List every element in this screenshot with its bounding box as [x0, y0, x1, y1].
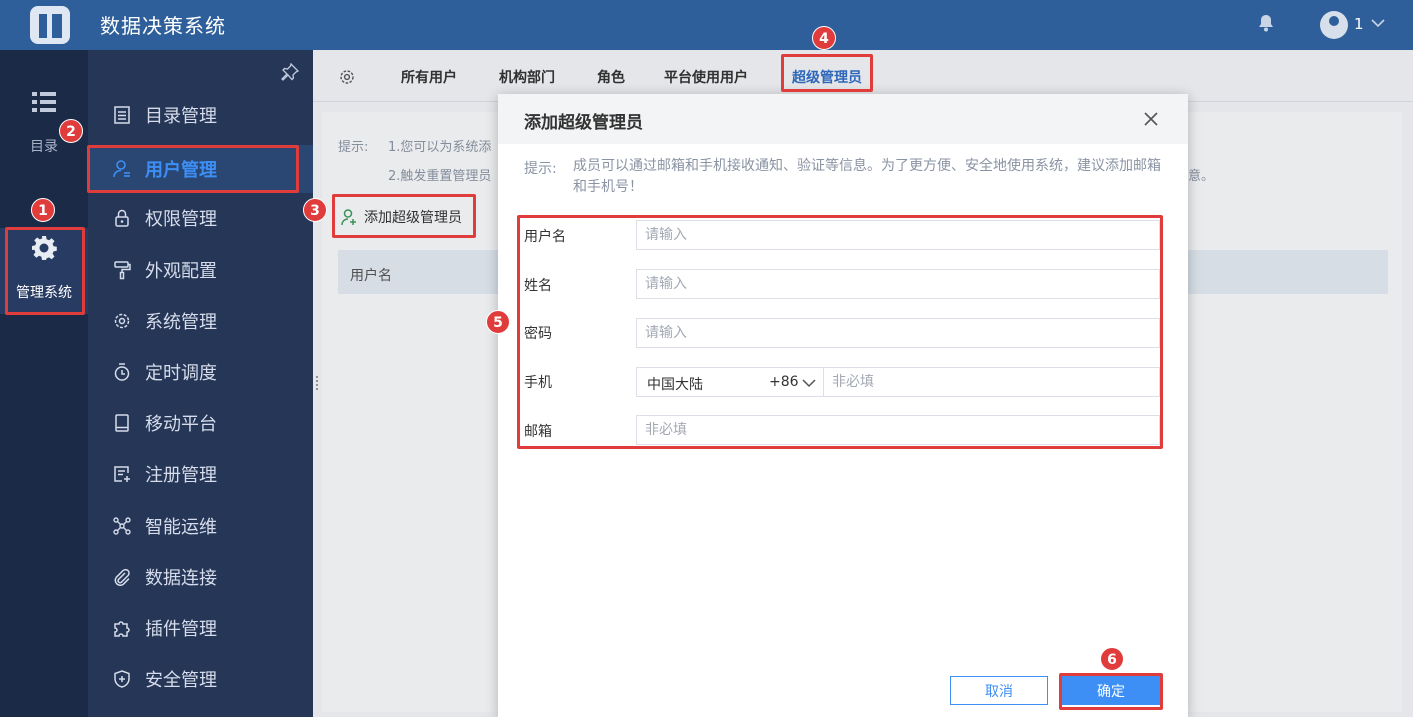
app-logo — [30, 6, 70, 44]
tablet-icon — [115, 414, 129, 432]
gear-icon — [114, 313, 130, 329]
sidebar-item-label: 用户管理 — [145, 160, 217, 181]
paperclip-icon — [114, 568, 130, 587]
chevron-down-icon[interactable] — [1370, 15, 1386, 31]
phone-region-value: 中国大陆 — [647, 377, 703, 393]
sidebar-item-label: 数据连接 — [145, 568, 217, 589]
step-badge: 3 — [303, 198, 327, 222]
sidebar-item-registration[interactable]: 注册管理 — [88, 450, 313, 498]
step-badge: 1 — [31, 198, 55, 222]
cancel-button[interactable]: 取消 — [950, 676, 1048, 705]
user-name[interactable]: 1 — [1354, 15, 1364, 33]
sidebar-item-security[interactable]: 安全管理 — [88, 655, 313, 703]
sidebar-item-label: 注册管理 — [145, 465, 217, 486]
sidebar-item-label: 智能运维 — [145, 517, 217, 538]
confirm-button[interactable]: 确定 — [1062, 676, 1160, 705]
username-label: 用户名 — [524, 229, 566, 245]
app-title: 数据决策系统 — [100, 14, 226, 38]
lock-icon — [115, 209, 129, 227]
gear-icon — [32, 236, 57, 260]
phone-code-value: +86 — [769, 374, 799, 390]
email-input[interactable] — [636, 415, 1160, 445]
sidebar-item-appearance[interactable]: 外观配置 — [88, 246, 313, 294]
sidebar-item-label: 移动平台 — [145, 414, 217, 435]
phone-region-select[interactable]: 中国大陆 +86 — [636, 367, 824, 397]
sidebar-item-label: 外观配置 — [145, 261, 217, 282]
stopwatch-icon — [114, 363, 130, 381]
chevron-down-icon — [802, 379, 816, 388]
dialog-tip-label: 提示: — [524, 161, 557, 177]
password-label: 密码 — [524, 326, 552, 342]
paint-roller-icon — [114, 261, 131, 280]
directory-icon — [114, 106, 130, 124]
step-badge: 5 — [486, 310, 510, 334]
sidebar-item-plugins[interactable]: 插件管理 — [88, 604, 313, 652]
sidebar-item-permissions[interactable]: 权限管理 — [88, 194, 313, 242]
add-super-admin-dialog: 添加超级管理员 提示: 成员可以通过邮箱和手机接收通知、验证等信息。为了更方便、… — [498, 94, 1188, 717]
list-icon — [32, 92, 56, 112]
sidebar-item-directory[interactable]: 目录管理 — [88, 91, 313, 139]
sidebar-item-users[interactable]: 用户管理 — [88, 145, 313, 193]
sidebar-item-label: 定时调度 — [145, 363, 217, 384]
email-label: 邮箱 — [524, 424, 552, 440]
user-icon — [113, 160, 130, 178]
step-badge: 4 — [812, 26, 836, 50]
sidebar-item-label: 插件管理 — [145, 619, 217, 640]
sidebar-item-label: 安全管理 — [145, 670, 217, 691]
step-badge: 2 — [59, 119, 83, 143]
sidebar-item-system[interactable]: 系统管理 — [88, 297, 313, 345]
rail-item-management[interactable]: 管理系统 — [0, 228, 88, 314]
step-badge: 6 — [1100, 647, 1124, 671]
dialog-title: 添加超级管理员 — [524, 113, 643, 133]
dialog-tip-text: 成员可以通过邮箱和手机接收通知、验证等信息。为了更方便、安全地使用系统，建议添加… — [573, 158, 1161, 195]
shield-icon — [114, 670, 130, 688]
bell-icon[interactable] — [1258, 14, 1274, 32]
phone-input[interactable] — [824, 367, 1160, 397]
register-icon — [114, 466, 130, 482]
pin-icon[interactable] — [281, 63, 299, 81]
avatar[interactable] — [1320, 11, 1348, 39]
rail-item-label: 管理系统 — [16, 285, 72, 301]
sidebar-item-label: 系统管理 — [145, 312, 217, 333]
sidebar-item-label: 权限管理 — [145, 209, 217, 230]
sidebar-item-schedule[interactable]: 定时调度 — [88, 348, 313, 396]
network-icon — [113, 517, 131, 535]
username-input[interactable] — [636, 220, 1160, 250]
password-input[interactable] — [636, 318, 1160, 348]
sidebar-item-data-connection[interactable]: 数据连接 — [88, 553, 313, 601]
sidebar-item-label: 目录管理 — [145, 106, 217, 127]
realname-input[interactable] — [636, 269, 1160, 299]
puzzle-icon — [114, 621, 130, 637]
phone-label: 手机 — [524, 375, 552, 391]
close-icon[interactable] — [1142, 110, 1160, 128]
sidebar-item-smart-ops[interactable]: 智能运维 — [88, 502, 313, 550]
realname-label: 姓名 — [524, 278, 552, 294]
sidebar-item-mobile[interactable]: 移动平台 — [88, 399, 313, 447]
